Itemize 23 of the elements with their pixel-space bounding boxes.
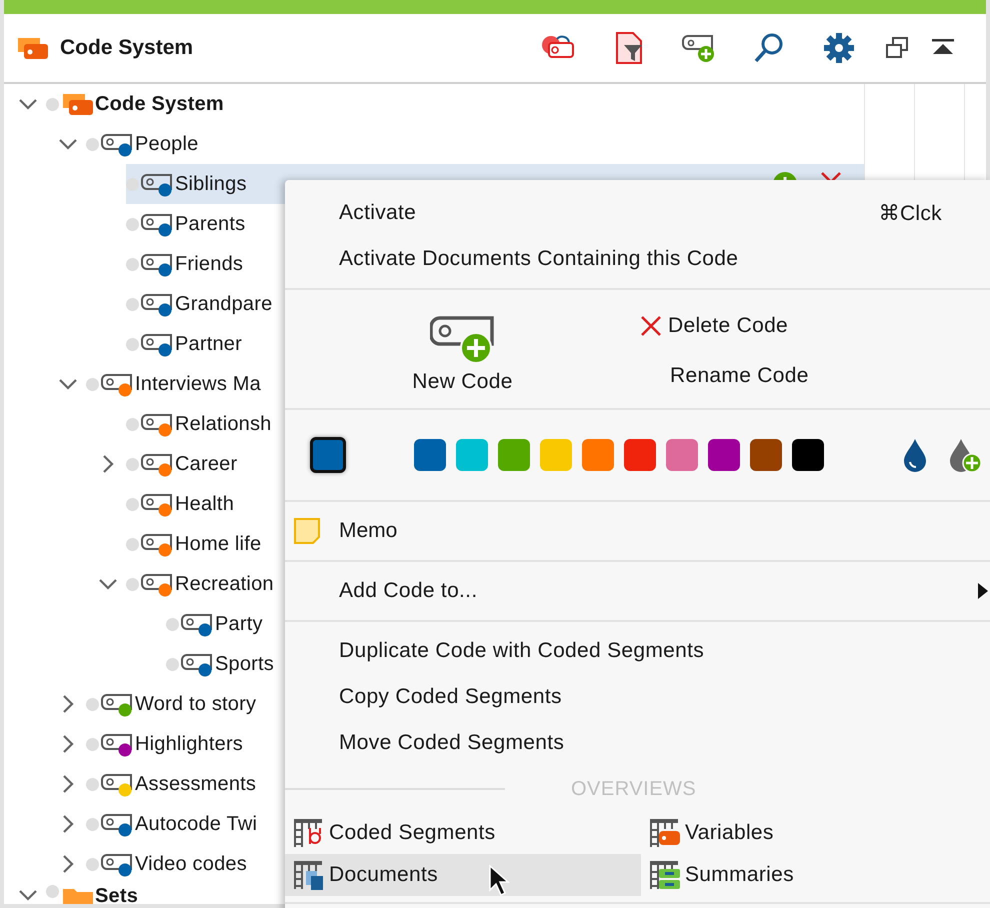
- tree-label: Assessments: [135, 772, 256, 796]
- tree-label: Home life: [175, 532, 262, 556]
- tree-label: Sets: [95, 885, 138, 904]
- tree-label: Recreation: [175, 572, 274, 596]
- tree-label: Highlighters: [135, 732, 244, 756]
- tree-label: Code System: [95, 92, 224, 116]
- tree-label: Partner: [175, 332, 242, 356]
- tree-label: Relationsh: [175, 412, 272, 436]
- shortcut-label: ⌘Clck: [878, 200, 942, 226]
- tree-label: Party: [215, 612, 263, 636]
- tree-label: Career: [175, 452, 238, 476]
- tree-label: Interviews Ma: [135, 372, 261, 396]
- tree-label: Word to story: [135, 692, 256, 716]
- tree-label: People: [135, 132, 198, 156]
- tree-label: Autocode Twi: [135, 812, 258, 836]
- tree-label: Health: [175, 492, 234, 516]
- tree-label: Video codes: [135, 852, 247, 876]
- panel-title: Code System: [60, 36, 194, 60]
- tree-label: Grandpare: [175, 292, 272, 316]
- tree-label: Friends: [175, 252, 244, 276]
- tree-label: Sports: [215, 652, 274, 676]
- tree-label: Parents: [175, 212, 246, 236]
- tree-label: Siblings: [175, 172, 247, 196]
